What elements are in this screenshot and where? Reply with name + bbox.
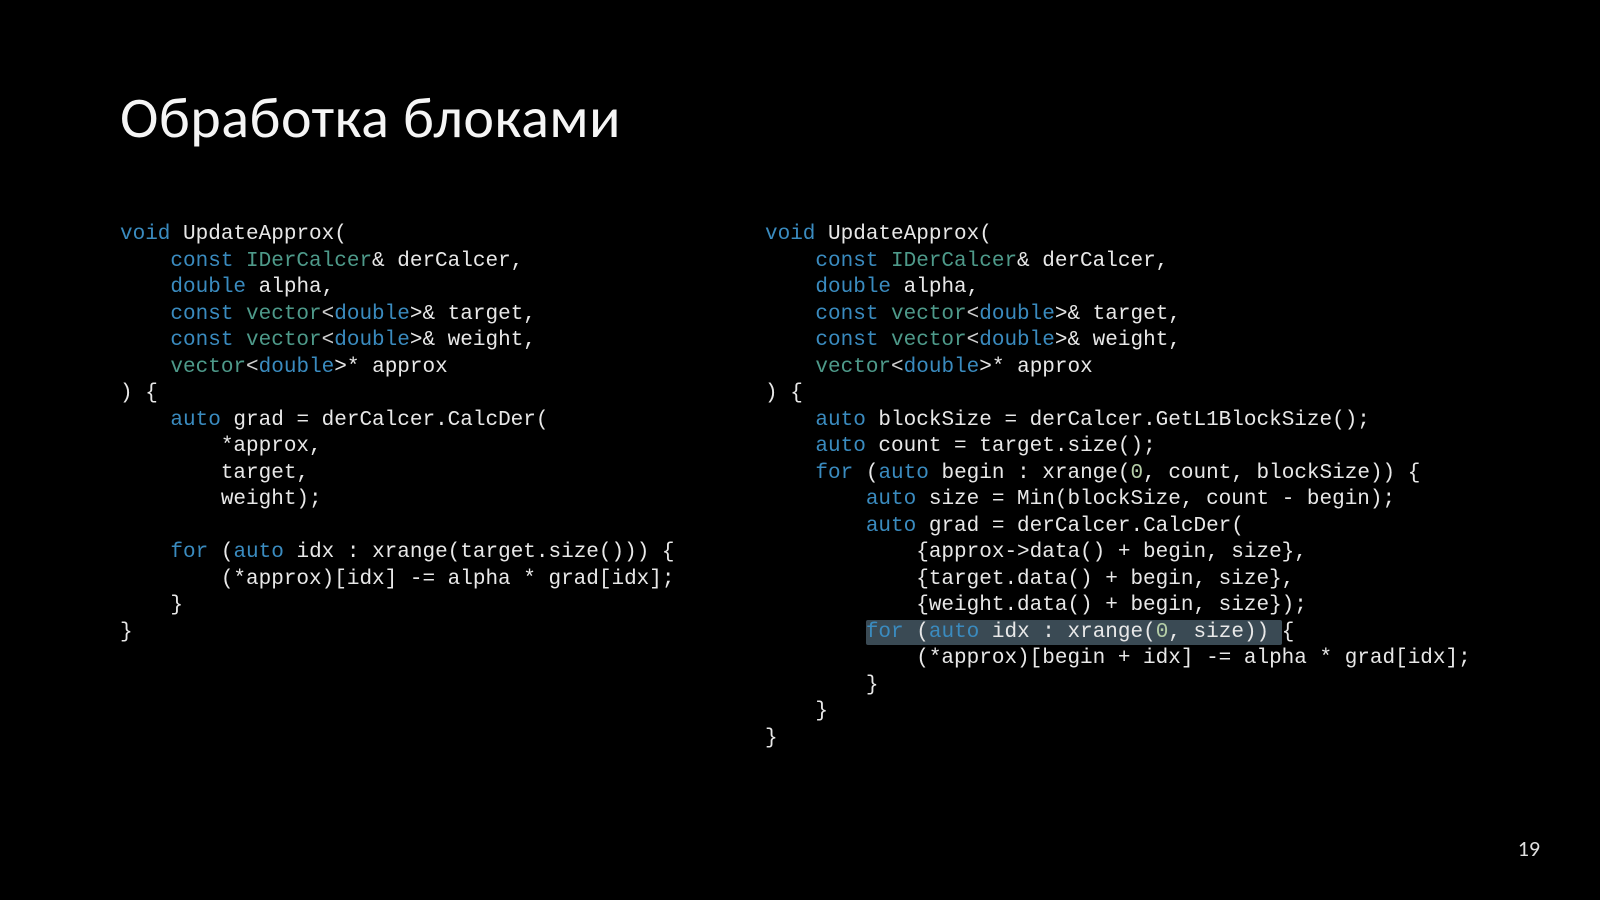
text: >* approx	[334, 356, 447, 379]
kw: const	[120, 250, 233, 273]
kw: auto	[765, 515, 916, 538]
text: }	[120, 621, 133, 644]
kw: auto	[765, 488, 916, 511]
kw: const	[120, 329, 233, 352]
text: alpha,	[246, 276, 334, 299]
text: count = target.size();	[866, 435, 1156, 458]
text: {weight.data() + begin, size});	[765, 594, 1307, 617]
slide: Обработка блоками void UpdateApprox( con…	[0, 0, 1600, 900]
kw: void	[765, 223, 815, 246]
kw: double	[765, 276, 891, 299]
kw: auto	[120, 409, 221, 432]
kw: void	[120, 223, 170, 246]
text: {approx->data() + begin, size},	[765, 541, 1307, 564]
type: IDerCalcer	[233, 250, 372, 273]
text: UpdateApprox(	[170, 223, 346, 246]
kw: double	[120, 276, 246, 299]
text	[120, 356, 170, 379]
punct: <	[967, 329, 980, 352]
type: vector	[233, 303, 321, 326]
type: double	[979, 303, 1055, 326]
text: (	[208, 541, 233, 564]
highlighted-line: for (auto idx : xrange(0, size))	[866, 620, 1282, 645]
text: (	[904, 621, 929, 644]
text: {	[1282, 621, 1295, 644]
text: >& target,	[1055, 303, 1181, 326]
text: (*approx)[begin + idx] -= alpha * grad[i…	[765, 647, 1471, 670]
text: (*approx)[idx] -= alpha * grad[idx];	[120, 568, 675, 591]
text: {target.data() + begin, size},	[765, 568, 1294, 591]
type: vector	[878, 329, 966, 352]
punct: <	[891, 356, 904, 379]
text: begin : xrange(	[929, 462, 1131, 485]
text: >& target,	[410, 303, 536, 326]
kw: auto	[929, 621, 979, 644]
kw: auto	[233, 541, 283, 564]
text: grad = derCalcer.CalcDer(	[221, 409, 549, 432]
num: 0	[1156, 621, 1169, 644]
type: vector	[233, 329, 321, 352]
type: vector	[878, 303, 966, 326]
punct: <	[967, 303, 980, 326]
text: }	[765, 727, 778, 750]
text: idx : xrange(target.size())) {	[284, 541, 675, 564]
kw: const	[765, 250, 878, 273]
text: , count, blockSize)) {	[1143, 462, 1420, 485]
code-block-right: void UpdateApprox( const IDerCalcer& der…	[765, 222, 1471, 752]
kw: auto	[765, 409, 866, 432]
num: 0	[1131, 462, 1144, 485]
text: ) {	[765, 382, 803, 405]
text: >& weight,	[410, 329, 536, 352]
type: vector	[815, 356, 891, 379]
text: , size))	[1168, 621, 1281, 644]
kw: for	[120, 541, 208, 564]
text	[765, 621, 866, 644]
text: & derCalcer,	[1017, 250, 1168, 273]
text: size = Min(blockSize, count - begin);	[916, 488, 1395, 511]
text: ) {	[120, 382, 158, 405]
slide-title: Обработка блоками	[120, 82, 621, 153]
text: >* approx	[979, 356, 1092, 379]
kw: for	[765, 462, 853, 485]
text	[765, 356, 815, 379]
kw: const	[765, 329, 878, 352]
kw: const	[765, 303, 878, 326]
text: >& weight,	[1055, 329, 1181, 352]
text: target,	[120, 462, 309, 485]
type: IDerCalcer	[878, 250, 1017, 273]
type: vector	[170, 356, 246, 379]
type: double	[259, 356, 335, 379]
text: }	[765, 674, 878, 697]
text: blockSize = derCalcer.GetL1BlockSize();	[866, 409, 1370, 432]
punct: <	[246, 356, 259, 379]
punct: <	[322, 303, 335, 326]
text: *approx,	[120, 435, 322, 458]
text: }	[120, 594, 183, 617]
text: & derCalcer,	[372, 250, 523, 273]
text: (	[853, 462, 878, 485]
kw: auto	[765, 435, 866, 458]
type: double	[334, 329, 410, 352]
text: }	[765, 700, 828, 723]
text: weight);	[120, 488, 322, 511]
kw: auto	[878, 462, 928, 485]
type: double	[979, 329, 1055, 352]
kw: const	[120, 303, 233, 326]
text: UpdateApprox(	[815, 223, 991, 246]
text: idx : xrange(	[979, 621, 1155, 644]
code-block-left: void UpdateApprox( const IDerCalcer& der…	[120, 222, 675, 646]
page-number: 19	[1518, 835, 1540, 862]
type: double	[904, 356, 980, 379]
punct: <	[322, 329, 335, 352]
text: grad = derCalcer.CalcDer(	[916, 515, 1244, 538]
kw: for	[866, 621, 904, 644]
type: double	[334, 303, 410, 326]
text: alpha,	[891, 276, 979, 299]
